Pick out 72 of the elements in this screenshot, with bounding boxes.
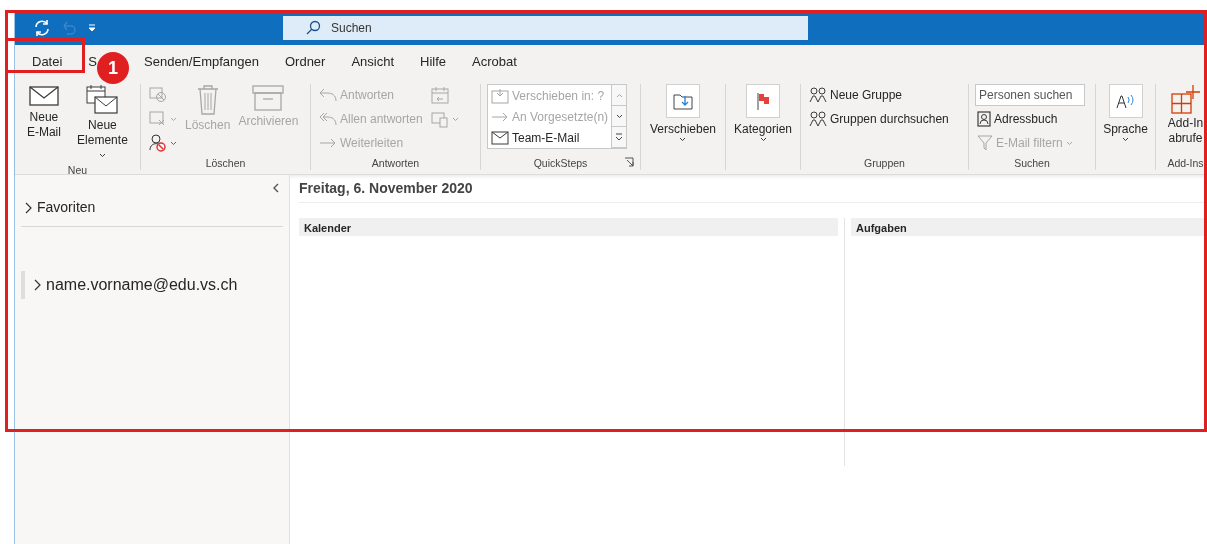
- people-icon: [809, 87, 827, 103]
- more-button[interactable]: [611, 127, 627, 148]
- ribbon-tab[interactable]: Ordner: [271, 51, 339, 72]
- flag-icon: [756, 92, 770, 110]
- chevron-down-icon: [451, 116, 459, 122]
- calendar-envelope-icon: [86, 84, 119, 116]
- search-field[interactable]: Suchen: [283, 15, 808, 40]
- chevron-up-icon: [615, 92, 623, 98]
- ignore-icon: [149, 87, 167, 103]
- search-field[interactable]: Personen suchen: [975, 84, 1085, 106]
- ribbon-tab[interactable]: Datei: [19, 51, 76, 72]
- ribbon-button[interactable]: Adressbuch: [975, 108, 1085, 130]
- ribbon-button[interactable]: Verschieben: [647, 84, 718, 142]
- folder-move-icon: [673, 92, 693, 110]
- panel-header: Aufgaben: [851, 218, 1207, 236]
- ribbon-tab[interactable]: Acrobat: [459, 51, 530, 72]
- chevron-down-icon: [1065, 140, 1073, 146]
- ribbon-button[interactable]: Add-In abrufe: [1162, 84, 1207, 146]
- devices-icon: [430, 110, 449, 128]
- group-label: Suchen: [1014, 157, 1050, 169]
- forward-arrow-icon: [319, 136, 337, 150]
- scroll-down-button[interactable]: [611, 106, 627, 127]
- group-label: Antworten: [371, 157, 420, 169]
- address-book-icon: [977, 111, 991, 127]
- group-label: QuickSteps: [533, 157, 588, 169]
- envelope-icon: [28, 84, 59, 108]
- collapse-pane-icon: [272, 183, 279, 193]
- group-label: Add-Ins: [1167, 157, 1204, 169]
- reply-arrow-icon: [319, 88, 337, 102]
- search-icon: [305, 19, 321, 36]
- archive-box-icon: [252, 84, 285, 112]
- chevron-down-icon: [759, 137, 767, 142]
- ribbon-tab[interactable]: Senden/Empfangen: [131, 51, 272, 72]
- chevron-right-icon: [34, 279, 41, 291]
- envelope-icon: [491, 130, 509, 145]
- sync-icon: [33, 18, 51, 37]
- people-icon: [809, 111, 827, 127]
- customize-dropdown-icon: [87, 22, 97, 33]
- filter-icon: [977, 135, 993, 151]
- reply-all-arrow-icon: [319, 112, 337, 126]
- chevron-right-icon: [25, 201, 32, 214]
- block-sender-icon: [149, 134, 167, 152]
- chevron-down-icon: [170, 116, 177, 122]
- icon-button[interactable]: [147, 132, 179, 154]
- chevron-down-icon: [98, 153, 106, 159]
- ribbon-button[interactable]: Kategorien: [732, 84, 795, 142]
- folder-section[interactable]: Favoriten: [21, 197, 96, 218]
- folder-section[interactable]: name.vorname@edu.vs.ch: [21, 271, 238, 299]
- scroll-up-button[interactable]: [611, 85, 627, 106]
- ribbon-button[interactable]: Neue E-Mail: [21, 84, 67, 140]
- quickstep-item[interactable]: Team-E-Mail: [488, 127, 612, 148]
- chevron-down-icon: [615, 113, 623, 119]
- date-heading: Freitag, 6. November 2020: [299, 178, 1207, 203]
- folder-move-icon: [491, 87, 509, 104]
- chevron-down-icon: [170, 140, 177, 146]
- ribbon-button[interactable]: Gruppen durchsuchen: [807, 108, 951, 130]
- cleanup-icon: [149, 111, 167, 127]
- ribbon-button[interactable]: Neue Gruppe: [807, 84, 951, 106]
- ribbon-button[interactable]: Sprache: [1101, 84, 1150, 142]
- calendar-reply-icon: [430, 86, 449, 104]
- ribbon-button[interactable]: Neue Elemente: [70, 84, 134, 163]
- chevron-down-icon: [1122, 137, 1129, 142]
- group-label: Neu: [67, 164, 88, 176]
- expand-gallery-icon: [615, 133, 624, 141]
- group-label: Gruppen: [864, 157, 905, 169]
- ribbon-tab[interactable]: S: [75, 51, 98, 72]
- chevron-down-icon: [679, 137, 687, 142]
- group-label: Löschen: [205, 157, 246, 169]
- ribbon-tab[interactable]: Ansicht: [338, 51, 408, 72]
- panel-header: Kalender: [299, 218, 838, 236]
- add-ins-icon: [1170, 84, 1201, 114]
- ribbon-tab[interactable]: Hilfe: [407, 51, 460, 72]
